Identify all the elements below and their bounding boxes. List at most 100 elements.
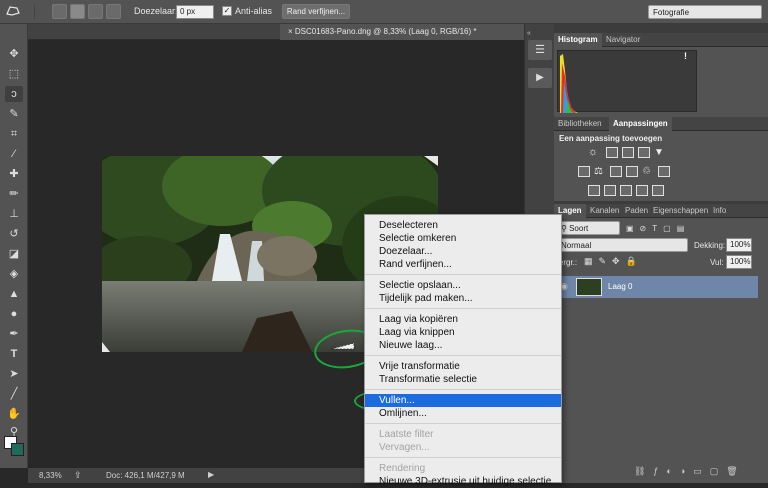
gradient-map-icon[interactable] xyxy=(652,185,664,196)
vibrance-icon[interactable]: ▼ xyxy=(654,147,666,158)
menu-separator xyxy=(365,423,561,424)
exposure-icon[interactable] xyxy=(638,147,650,158)
tab-navigator[interactable]: Navigator xyxy=(602,33,644,47)
history-brush-tool-icon[interactable]: ↺ xyxy=(5,226,23,242)
tab-histogram[interactable]: Histogram xyxy=(554,33,602,47)
tab-info[interactable]: Info xyxy=(709,204,730,218)
close-tab-icon[interactable]: × xyxy=(288,27,295,36)
tab-paths[interactable]: Paden xyxy=(621,204,652,218)
quick-mask-icon[interactable] xyxy=(5,460,23,468)
hue-saturation-icon[interactable] xyxy=(578,166,590,177)
subtract-from-selection-icon[interactable] xyxy=(88,4,103,19)
line-tool-icon[interactable]: ╱ xyxy=(5,386,23,402)
black-white-icon[interactable] xyxy=(610,166,622,177)
tools-panel: ✥ ⬚ ↄ ✎ ⌗ ⁄ ✚ ✏ ⊥ ↺ ◪ ◈ ▲ ● ✒ T ➤ ╱ ✋ ⚲ xyxy=(0,24,28,468)
menu-item-stroke[interactable]: Omlijnen... xyxy=(365,407,561,420)
invert-icon[interactable] xyxy=(588,185,600,196)
menu-item-layer-via-copy[interactable]: Laag via kopiëren xyxy=(365,313,561,326)
history-panel-icon[interactable]: ☰ xyxy=(528,40,552,60)
menu-item-deselect[interactable]: Deselecteren xyxy=(365,219,561,232)
layer-filter-label: Soort xyxy=(569,224,589,233)
zoom-level[interactable]: 8,33% xyxy=(39,471,62,480)
lasso-tool-icon[interactable]: ↄ xyxy=(5,86,23,102)
menu-separator xyxy=(365,457,561,458)
workspace-dropdown[interactable]: Fotografie xyxy=(648,5,762,19)
threshold-icon[interactable] xyxy=(620,185,632,196)
tab-properties[interactable]: Eigenschappen xyxy=(649,204,712,218)
fill-input[interactable]: 100% xyxy=(726,255,752,269)
lock-icons[interactable]: ▦✎✥🔒 xyxy=(584,256,643,267)
tab-adjustments[interactable]: Aanpassingen xyxy=(609,117,672,131)
paint-bucket-tool-icon[interactable]: ◈ xyxy=(5,266,23,282)
opacity-label: Dekking: xyxy=(694,241,726,250)
search-icon: ⚲ xyxy=(561,224,570,233)
move-tool-icon[interactable]: ✥ xyxy=(5,46,23,62)
intersect-selection-icon[interactable] xyxy=(106,4,121,19)
opacity-input[interactable]: 100% xyxy=(726,238,752,252)
brush-tool-icon[interactable]: ✏ xyxy=(5,186,23,202)
menu-separator xyxy=(365,355,561,356)
layer-row[interactable]: ◉ Laag 0 xyxy=(554,276,758,298)
antialias-checkbox[interactable]: ✓ xyxy=(222,6,232,16)
color-lookup-icon[interactable] xyxy=(658,166,670,177)
adjustments-tabs: Bibliotheken Aanpassingen xyxy=(554,117,768,131)
menu-item-free-transform[interactable]: Vrije transformatie xyxy=(365,360,561,373)
layer-filter-dropdown[interactable]: ⚲ Soort xyxy=(556,221,620,235)
clone-stamp-tool-icon[interactable]: ⊥ xyxy=(5,206,23,222)
eyedropper-tool-icon[interactable]: ⁄ xyxy=(5,146,23,162)
hand-tool-icon[interactable]: ✋ xyxy=(5,406,23,422)
menu-item-layer-via-cut[interactable]: Laag via knippen xyxy=(365,326,561,339)
lasso-tool-preset-icon[interactable] xyxy=(4,4,22,20)
feather-input[interactable]: 0 px xyxy=(176,5,214,19)
path-selection-tool-icon[interactable]: ➤ xyxy=(5,366,23,382)
marquee-tool-icon[interactable]: ⬚ xyxy=(5,66,23,82)
warning-icon[interactable]: ! xyxy=(684,51,687,61)
brightness-contrast-icon[interactable]: ☼ xyxy=(588,147,600,158)
menu-item-new-layer[interactable]: Nieuwe laag... xyxy=(365,339,561,352)
menu-item-save-selection[interactable]: Selectie opslaan... xyxy=(365,279,561,292)
layers-footer-icons[interactable]: ⛓ƒ◐◑▭▢🗑 xyxy=(634,466,764,478)
selective-color-icon[interactable] xyxy=(636,185,648,196)
menu-item-select-inverse[interactable]: Selectie omkeren xyxy=(365,232,561,245)
layer-filter-icons[interactable]: ▣⊘T▢▤ xyxy=(626,224,721,234)
menu-item-fill[interactable]: Vullen... xyxy=(365,394,561,407)
blend-mode-dropdown[interactable]: Normaal xyxy=(556,238,688,252)
status-arrow-icon[interactable]: ▶ xyxy=(208,470,214,479)
tab-libraries[interactable]: Bibliotheken xyxy=(554,117,606,131)
feather-label: Doezelaar: xyxy=(134,6,178,16)
actions-panel-icon[interactable]: ▶ xyxy=(528,68,552,88)
document-size: Doc: 426,1 M/427,9 M xyxy=(106,471,185,480)
blur-tool-icon[interactable]: ▲ xyxy=(5,286,23,302)
eraser-tool-icon[interactable]: ◪ xyxy=(5,246,23,262)
menu-item-feather[interactable]: Doezelaar... xyxy=(365,245,561,258)
quick-selection-tool-icon[interactable]: ✎ xyxy=(5,106,23,122)
healing-brush-tool-icon[interactable]: ✚ xyxy=(5,166,23,182)
new-selection-icon[interactable] xyxy=(52,4,67,19)
type-tool-icon[interactable]: T xyxy=(5,346,23,362)
photo-filter-icon[interactable] xyxy=(626,166,638,177)
levels-icon[interactable] xyxy=(606,147,618,158)
layer-name[interactable]: Laag 0 xyxy=(608,282,632,291)
pen-tool-icon[interactable]: ✒ xyxy=(5,326,23,342)
menu-item-make-work-path[interactable]: Tijdelijk pad maken... xyxy=(365,292,561,305)
menu-item-new-3d-extrusion[interactable]: Nieuwe 3D-extrusie uit huidige selectie xyxy=(365,475,561,488)
document-tab[interactable]: × DSC01683-Pano.dng @ 8,33% (Laag 0, RGB… xyxy=(280,24,524,40)
menu-separator xyxy=(365,274,561,275)
tab-channels[interactable]: Kanalen xyxy=(586,204,623,218)
histogram-tabs: Histogram Navigator xyxy=(554,33,768,47)
crop-tool-icon[interactable]: ⌗ xyxy=(5,126,23,142)
menu-item-last-filter: Laatste filter xyxy=(379,429,434,440)
curves-icon[interactable] xyxy=(622,147,634,158)
share-icon[interactable]: ⇪ xyxy=(74,470,82,481)
dodge-tool-icon[interactable]: ● xyxy=(5,306,23,322)
menu-item-refine-edge[interactable]: Rand verfijnen... xyxy=(365,258,561,271)
add-to-selection-icon[interactable] xyxy=(70,4,85,19)
collapse-icon[interactable]: « xyxy=(527,30,551,38)
posterize-icon[interactable] xyxy=(604,185,616,196)
channel-mixer-icon[interactable]: ♲ xyxy=(642,166,654,177)
background-color-swatch[interactable] xyxy=(11,443,24,456)
refine-edge-button[interactable]: Rand verfijnen... xyxy=(282,4,350,19)
menu-item-transform-selection[interactable]: Transformatie selectie xyxy=(365,373,561,386)
color-balance-icon[interactable]: ⚖ xyxy=(594,166,606,177)
histogram-panel: ! xyxy=(554,47,768,117)
